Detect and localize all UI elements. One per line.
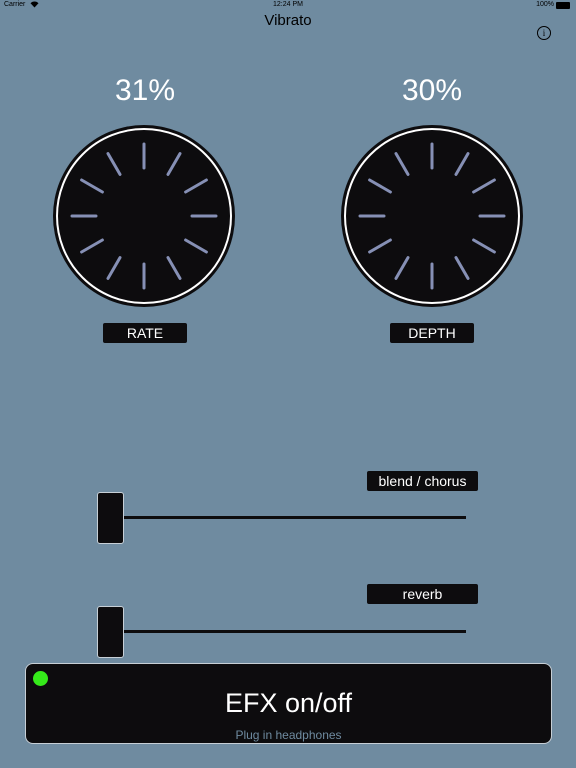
info-icon[interactable]: i xyxy=(537,26,551,40)
reverb-slider-track[interactable] xyxy=(110,630,466,633)
rate-value: 31% xyxy=(114,74,176,107)
depth-label: DEPTH xyxy=(390,323,474,343)
rate-knob-dial[interactable] xyxy=(52,124,236,308)
battery-icon xyxy=(556,2,570,9)
status-time: 12:24 PM xyxy=(273,1,303,8)
blend-chorus-slider-track[interactable] xyxy=(110,516,466,519)
reverb-slider-thumb[interactable] xyxy=(97,606,124,658)
battery-percent: 100% xyxy=(536,1,554,8)
blend-chorus-slider-thumb[interactable] xyxy=(97,492,124,544)
headphones-hint: Plug in headphones xyxy=(235,728,342,742)
page-title: Vibrato xyxy=(264,12,312,29)
rate-knob[interactable] xyxy=(52,124,236,308)
rate-label: RATE xyxy=(103,323,187,343)
reverb-label: reverb xyxy=(367,584,478,604)
status-bar: Carrier 12:24 PM 100% xyxy=(0,0,576,12)
blend-chorus-label: blend / chorus xyxy=(367,471,478,491)
depth-value: 30% xyxy=(401,74,463,107)
efx-status-led xyxy=(33,671,48,686)
depth-knob-dial[interactable] xyxy=(340,124,524,308)
efx-label: EFX on/off xyxy=(224,688,353,718)
efx-toggle-button[interactable]: EFX on/off Plug in headphones xyxy=(25,663,552,744)
depth-knob[interactable] xyxy=(340,124,524,308)
